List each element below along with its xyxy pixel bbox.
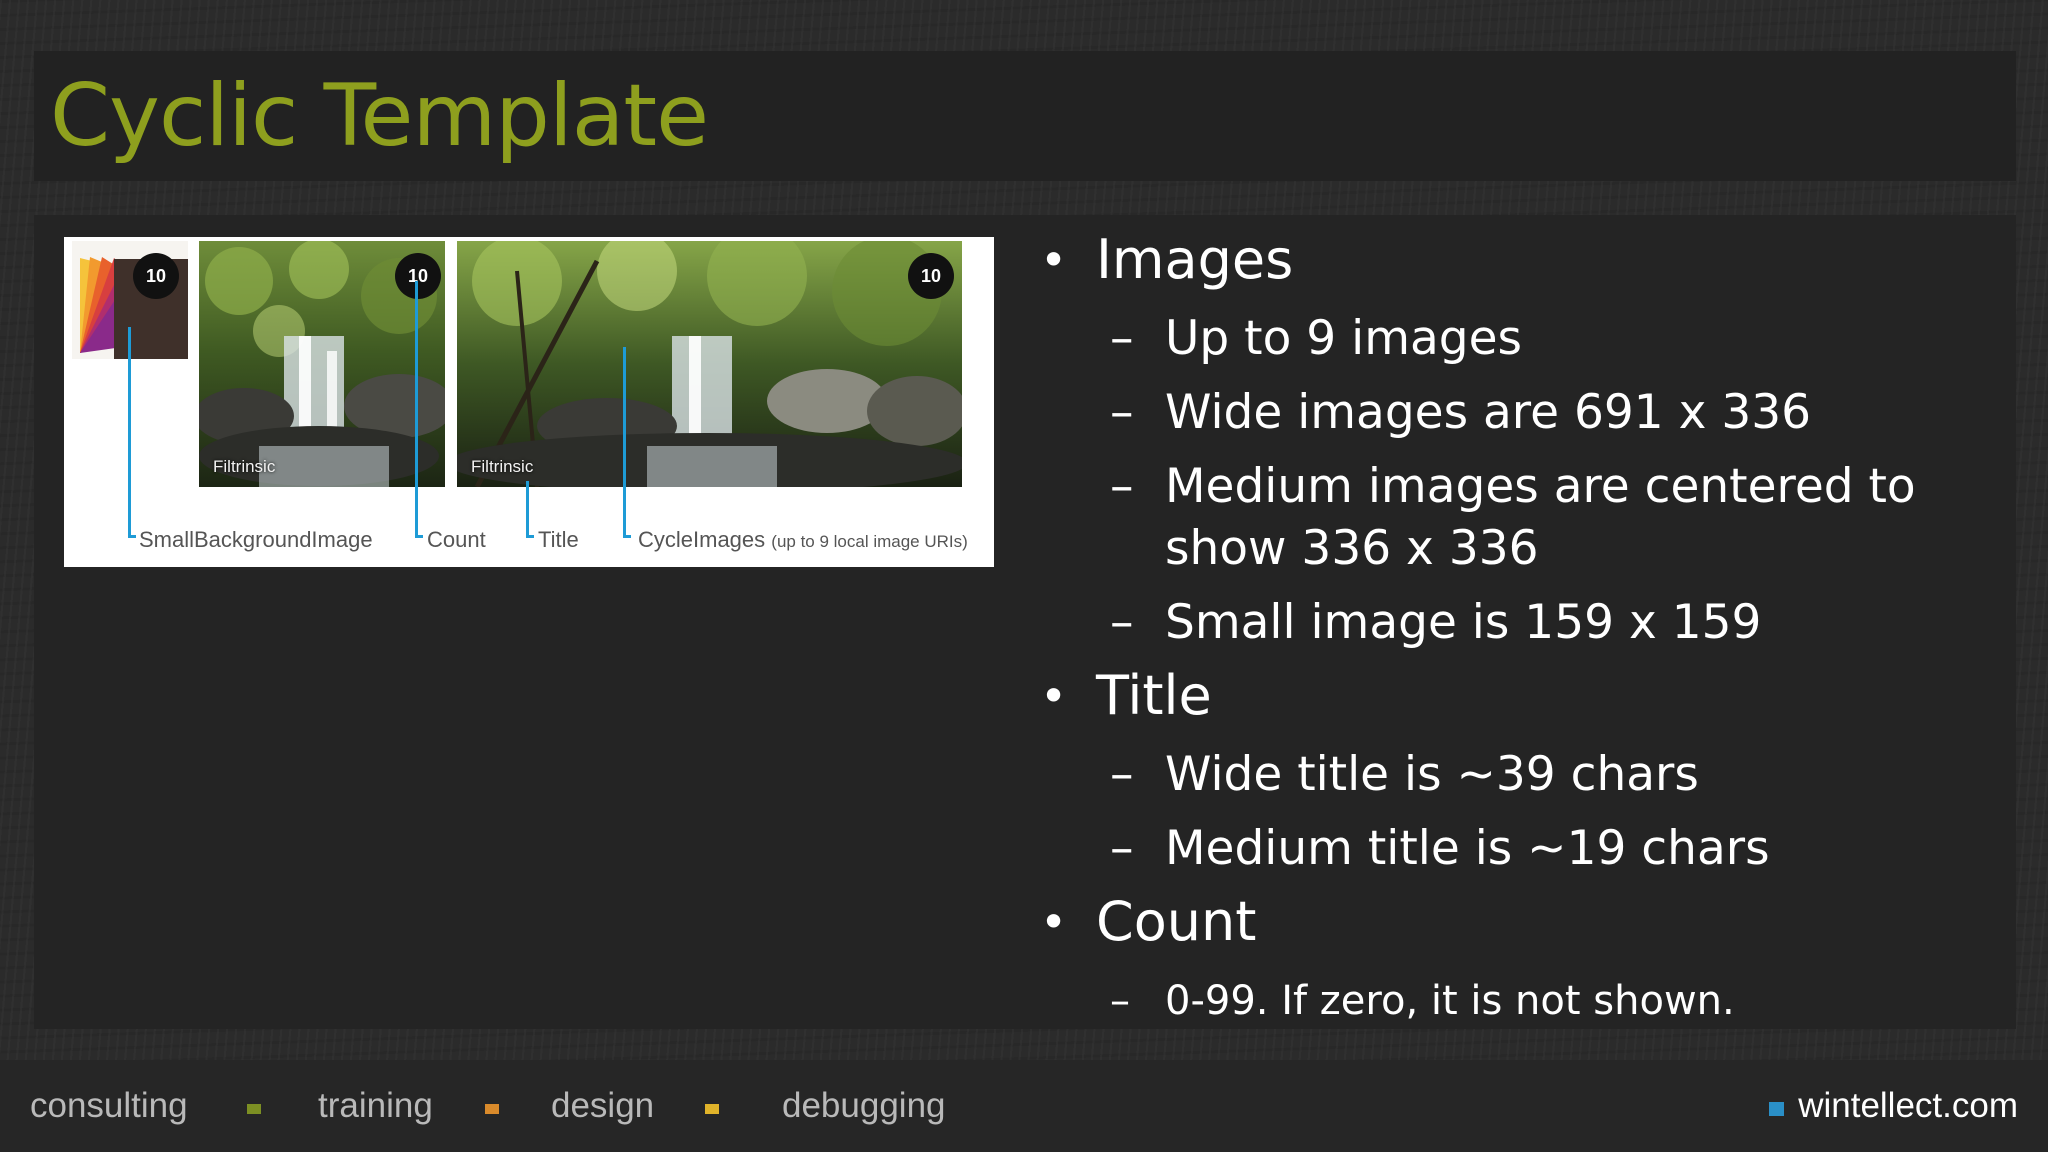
leader-line xyxy=(526,481,529,537)
count-badge: 10 xyxy=(133,253,179,299)
sub-bullet: 0-99. If zero, it is not shown. xyxy=(1040,970,2000,1032)
sub-bullet: Wide images are 691 x 336 xyxy=(1040,382,2000,444)
callout-cycle-images-label: CycleImages xyxy=(638,527,766,552)
bullet-title: Title xyxy=(1040,660,2000,732)
sub-bullet: Medium title is ~19 chars xyxy=(1040,818,2000,880)
site-url: wintellect.com xyxy=(1798,1086,2018,1125)
medium-tile: 10 Filtrinsic xyxy=(199,241,445,487)
separator-square-icon xyxy=(485,1104,499,1114)
bullet-images: Images xyxy=(1040,224,2000,296)
tile-title: Filtrinsic xyxy=(213,457,276,476)
leader-line xyxy=(623,535,631,538)
site-marker-square-icon xyxy=(1769,1102,1784,1116)
slide-title: Cyclic Template xyxy=(50,66,709,166)
footer-item-debugging: debugging xyxy=(782,1086,946,1125)
leader-line xyxy=(623,347,626,537)
sub-bullet: Small image is 159 x 159 xyxy=(1040,592,2000,654)
leader-line xyxy=(526,535,534,538)
callout-count: Count xyxy=(427,527,486,552)
bullet-list: Images Up to 9 images Wide images are 69… xyxy=(1040,220,2000,1038)
count-badge: 10 xyxy=(908,253,954,299)
bullet-count: Count xyxy=(1040,886,2000,958)
footer-bar: consulting training design debugging win… xyxy=(0,1060,2048,1152)
sub-list-count: 0-99. If zero, it is not shown. xyxy=(1040,970,2000,1032)
sub-bullet: Medium images are centered to show 336 x… xyxy=(1040,456,2000,580)
sub-bullet: Up to 9 images xyxy=(1040,308,2000,370)
footer-item-consulting: consulting xyxy=(30,1086,188,1125)
tile-diagram: 10 10 Filtrinsic 10 Filtrinsic SmallBack… xyxy=(64,237,994,567)
footer-item-training: training xyxy=(318,1086,433,1125)
callout-small-background: SmallBackgroundImage xyxy=(139,527,373,552)
callout-cycle-images: CycleImages (up to 9 local image URIs) xyxy=(638,527,968,553)
title-bar: Cyclic Template xyxy=(34,51,2016,181)
waterfall-wide-image xyxy=(457,241,962,487)
sub-list-images: Up to 9 images Wide images are 691 x 336… xyxy=(1040,308,2000,654)
separator-square-icon xyxy=(705,1104,719,1114)
leader-line xyxy=(415,281,418,537)
tile-title: Filtrinsic xyxy=(471,457,534,476)
sub-bullet: Wide title is ~39 chars xyxy=(1040,744,2000,806)
leader-line xyxy=(415,535,423,538)
sub-list-title: Wide title is ~39 chars Medium title is … xyxy=(1040,744,2000,880)
wide-tile: 10 Filtrinsic xyxy=(457,241,962,487)
separator-square-icon xyxy=(247,1104,261,1114)
footer-item-design: design xyxy=(551,1086,655,1125)
leader-line xyxy=(128,327,131,537)
leader-line xyxy=(128,535,136,538)
count-badge: 10 xyxy=(395,253,441,299)
callout-title: Title xyxy=(538,527,579,552)
callout-cycle-images-note: (up to 9 local image URIs) xyxy=(771,532,968,551)
